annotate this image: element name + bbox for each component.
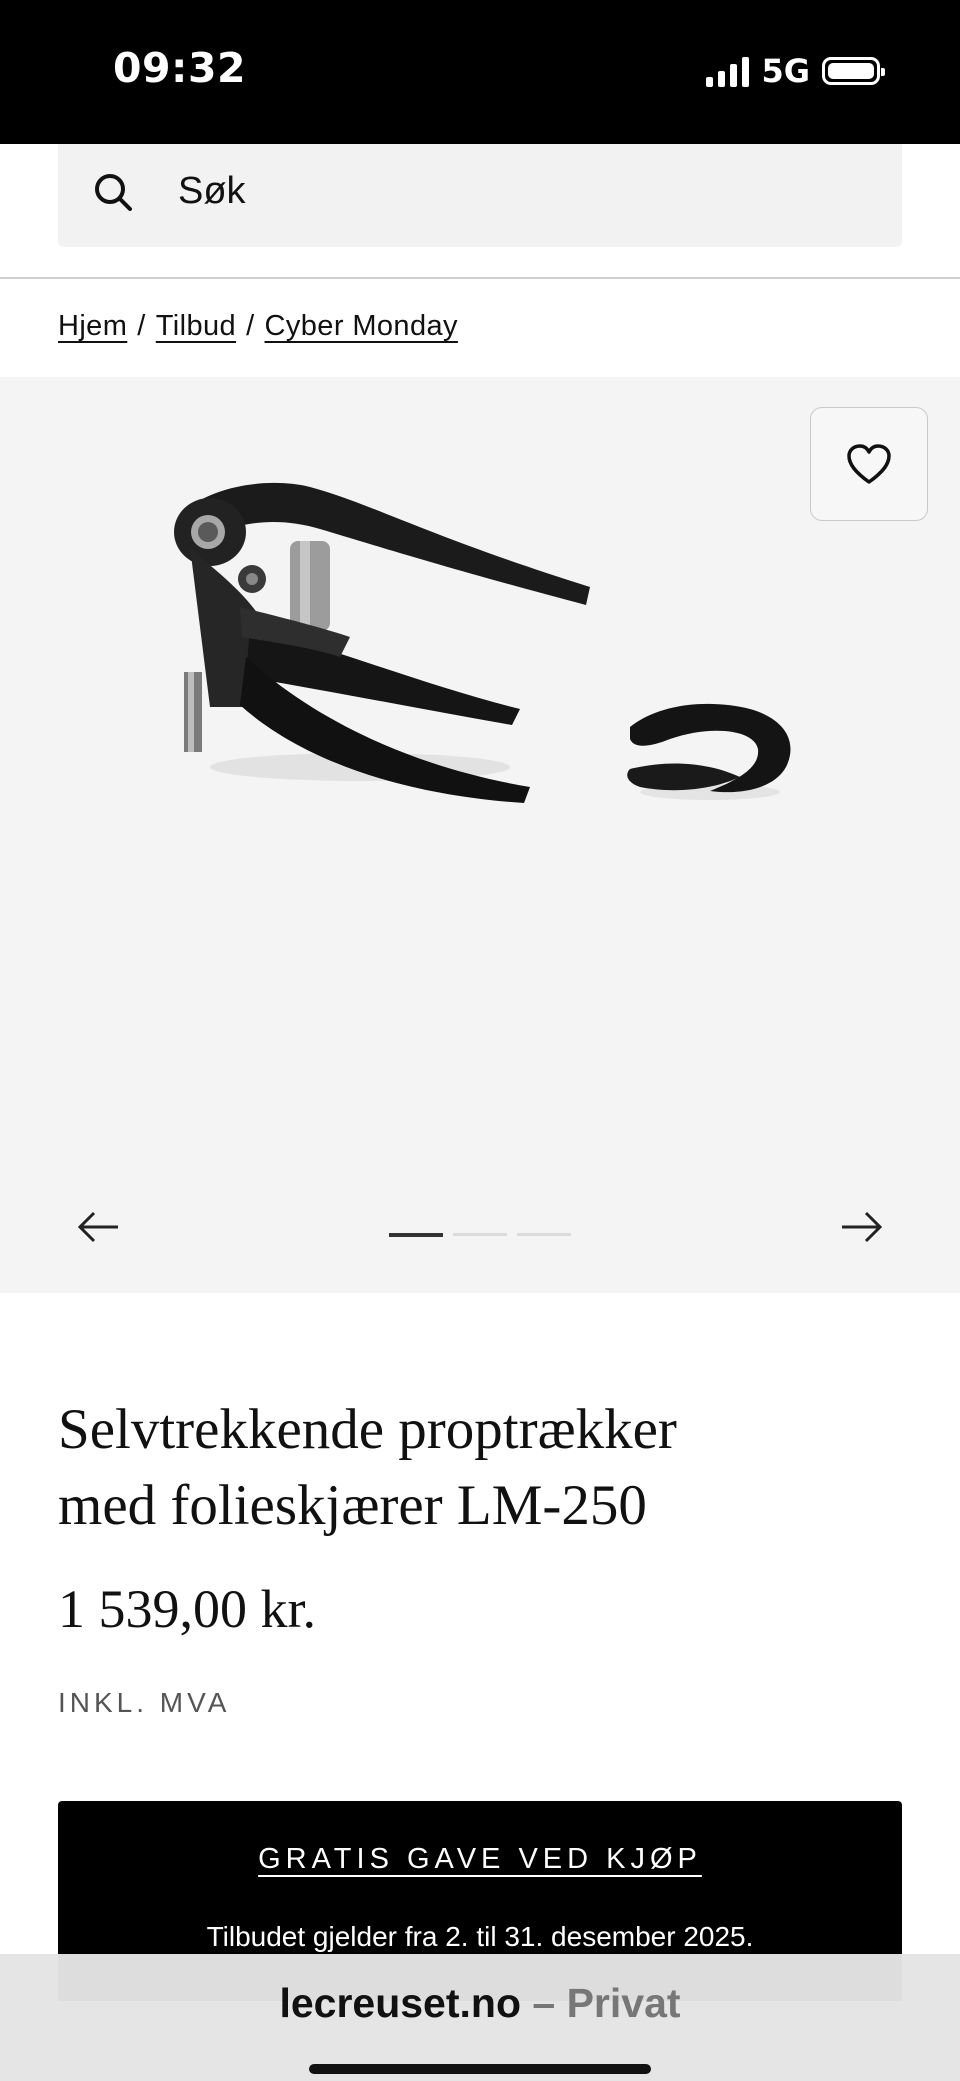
status-bar: 09:32 5G: [0, 0, 960, 144]
private-mode-label: – Privat: [521, 1980, 681, 2026]
search-section: Søk: [0, 144, 960, 278]
promo-link[interactable]: GRATIS GAVE VED KJØP: [58, 1843, 902, 1876]
favorite-button[interactable]: [810, 407, 928, 521]
product-title: Selvtrekkende proptrækker med folieskjær…: [58, 1392, 918, 1544]
arrow-right-icon[interactable]: [836, 1207, 886, 1247]
breadcrumb-cyber-monday[interactable]: Cyber Monday: [265, 310, 458, 342]
url-display[interactable]: lecreuset.no – Privat: [0, 1980, 960, 2027]
battery-icon: [822, 57, 885, 85]
heart-icon: [847, 444, 891, 484]
slide-dot[interactable]: [453, 1233, 507, 1236]
slide-indicator: [389, 1233, 571, 1237]
breadcrumb-separator: /: [137, 310, 146, 342]
slide-dot[interactable]: [389, 1233, 443, 1237]
promo-text: Tilbudet gjelder fra 2. til 31. desember…: [206, 1921, 754, 1952]
home-indicator[interactable]: [309, 2064, 651, 2074]
signal-icon: [706, 55, 750, 87]
browser-address-bar[interactable]: lecreuset.no – Privat: [0, 1954, 960, 2081]
product-gallery[interactable]: [0, 377, 960, 1293]
slide-dot[interactable]: [517, 1233, 571, 1236]
product-title-line: Selvtrekkende proptrækker: [58, 1398, 677, 1461]
search-icon: [95, 174, 132, 211]
search-input[interactable]: Søk: [58, 144, 902, 247]
status-time: 09:32: [113, 44, 247, 92]
product-price: 1 539,00 kr.: [58, 1579, 317, 1639]
product-title-line: med folieskjærer LM-250: [58, 1474, 647, 1537]
breadcrumb-offers[interactable]: Tilbud: [156, 310, 236, 342]
breadcrumb-home[interactable]: Hjem: [58, 310, 127, 342]
vat-note: INKL. MVA: [58, 1687, 231, 1718]
url-domain: lecreuset.no: [279, 1980, 521, 2026]
product-image: [174, 482, 791, 803]
search-placeholder: Søk: [178, 170, 246, 212]
arrow-left-icon[interactable]: [74, 1207, 124, 1247]
status-icons: 5G: [706, 52, 885, 90]
breadcrumb-separator: /: [246, 310, 255, 342]
network-label: 5G: [761, 52, 810, 90]
header-divider: [0, 277, 960, 279]
breadcrumb: Hjem / Tilbud / Cyber Monday: [58, 310, 458, 343]
